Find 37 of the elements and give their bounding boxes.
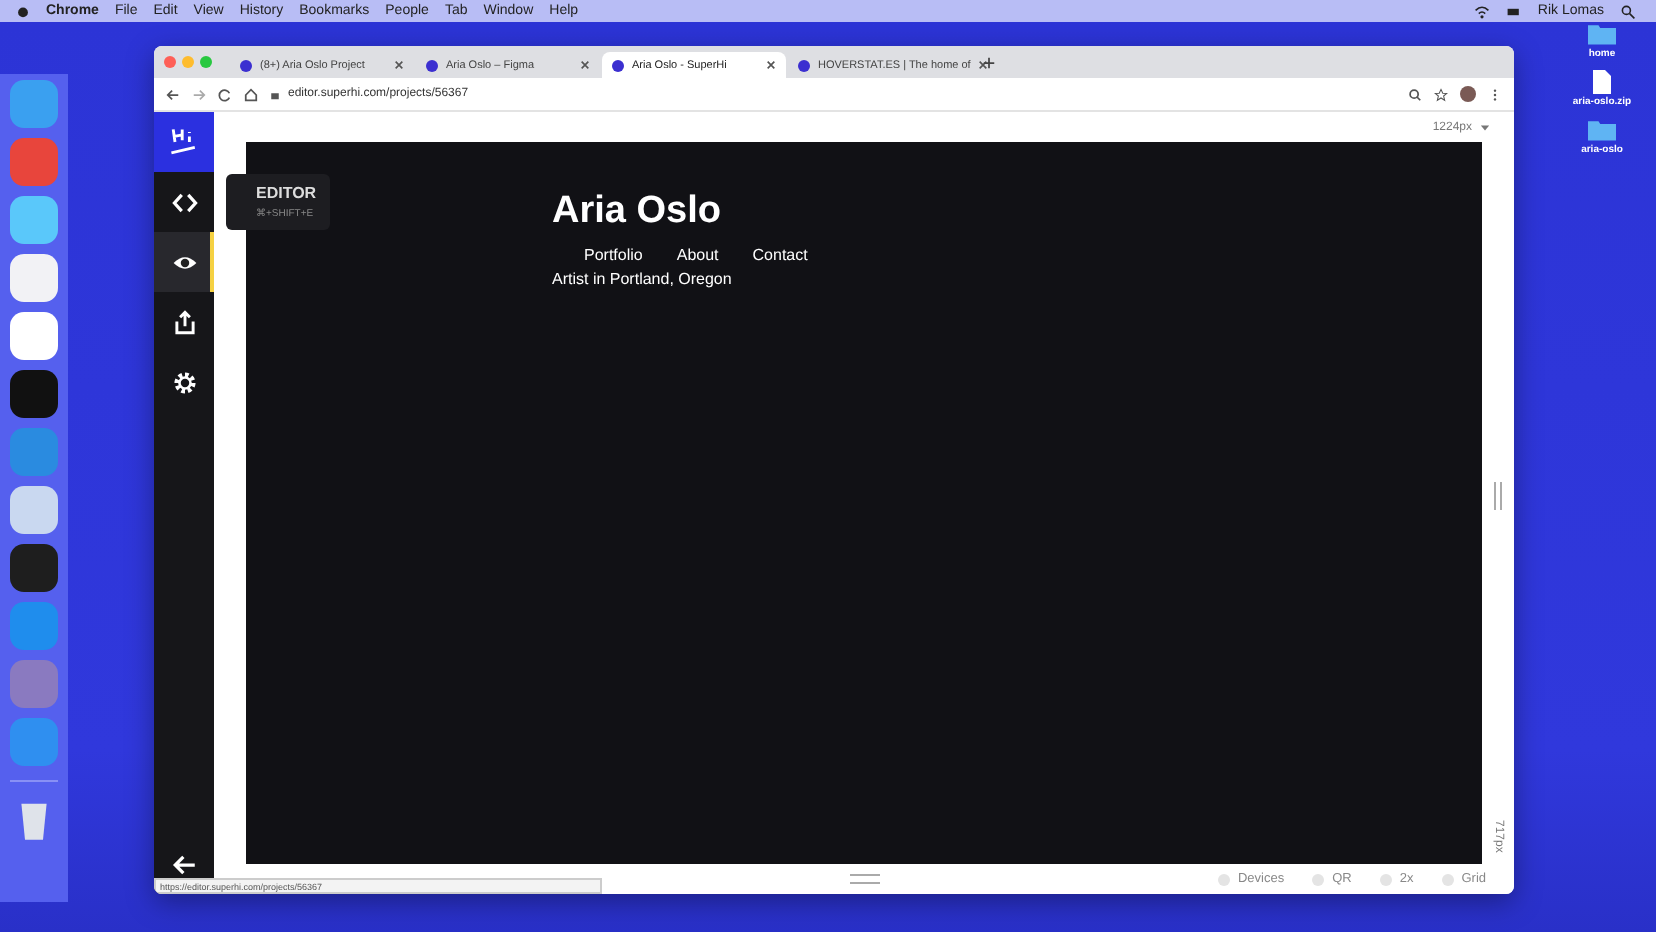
- tagline: Artist in Portland, Oregon: [552, 270, 732, 288]
- caret-icon[interactable]: [1480, 123, 1490, 131]
- wifi-icon[interactable]: [1473, 3, 1490, 19]
- search-icon[interactable]: [1620, 3, 1636, 19]
- folder-icon[interactable]: [1588, 118, 1616, 142]
- file-icon[interactable]: [1588, 70, 1616, 94]
- share-icon: [171, 309, 197, 335]
- home-icon[interactable]: [244, 87, 258, 101]
- nav-link[interactable]: Portfolio: [584, 246, 643, 264]
- gear-icon: [171, 369, 197, 395]
- logo-icon[interactable]: [154, 112, 214, 172]
- lock-icon: [270, 88, 280, 100]
- site-title: Aria Oslo: [552, 190, 721, 234]
- back-arrow-icon[interactable]: [171, 851, 197, 877]
- more-icon[interactable]: [1488, 87, 1502, 101]
- resize-grip[interactable]: [850, 874, 880, 884]
- favicon-icon: [240, 59, 252, 71]
- reload-icon[interactable]: [218, 87, 232, 101]
- back-icon[interactable]: [166, 87, 180, 101]
- battery-icon[interactable]: [1505, 3, 1522, 19]
- nav-link[interactable]: Contact: [752, 246, 808, 264]
- resize-handle[interactable]: [1494, 482, 1502, 510]
- star-icon[interactable]: [1434, 87, 1448, 101]
- close-icon[interactable]: [580, 60, 590, 70]
- zoom-icon[interactable]: [1408, 87, 1422, 101]
- sidebar-button[interactable]: [154, 232, 214, 292]
- favicon-icon: [426, 59, 438, 71]
- tooltip-title: EDITOR: [256, 184, 319, 202]
- favicon-icon: [612, 59, 624, 71]
- close-icon[interactable]: [766, 60, 776, 70]
- new-tab-icon[interactable]: [982, 55, 996, 69]
- favicon-icon: [798, 59, 810, 71]
- avatar[interactable]: [1460, 86, 1476, 102]
- close-icon[interactable]: [978, 60, 989, 70]
- code-icon: [171, 189, 197, 215]
- nav-link[interactable]: About: [676, 246, 719, 264]
- close-icon[interactable]: [394, 60, 404, 70]
